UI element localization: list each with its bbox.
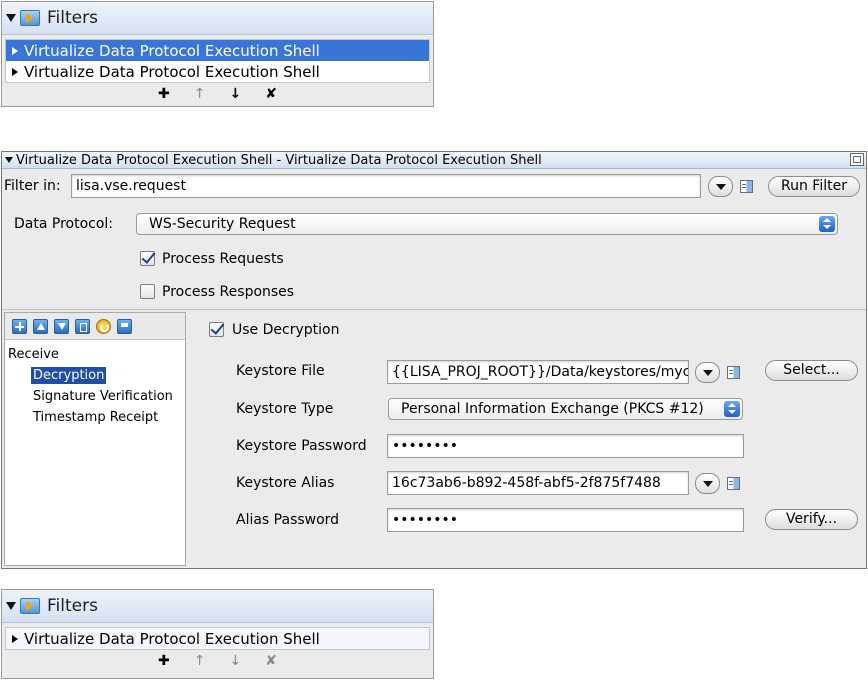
select-arrows-icon bbox=[724, 401, 740, 417]
keystore-alias-label: Keystore Alias bbox=[236, 475, 335, 491]
add-filter-icon[interactable]: ✚ bbox=[158, 86, 170, 102]
process-responses-label: Process Responses bbox=[162, 284, 295, 300]
tree-item-receive[interactable]: Receive bbox=[5, 344, 185, 365]
tree-item-timestamp-receipt[interactable]: Timestamp Receipt bbox=[5, 407, 185, 428]
move-step-down-icon[interactable] bbox=[54, 318, 69, 334]
tree-item-decryption[interactable]: Decryption bbox=[5, 365, 185, 386]
maximize-icon[interactable] bbox=[850, 153, 864, 166]
use-decryption-label: Use Decryption bbox=[232, 322, 340, 338]
keystore-type-label: Keystore Type bbox=[236, 401, 334, 417]
delete-step-icon[interactable] bbox=[75, 318, 90, 334]
tree-toolbar bbox=[5, 313, 185, 340]
add-filter-icon[interactable]: ✚ bbox=[158, 653, 170, 669]
filters-icon bbox=[20, 10, 40, 26]
move-step-up-icon[interactable] bbox=[33, 318, 48, 334]
security-steps-pane: Receive Decryption Signature Verificatio… bbox=[4, 312, 186, 566]
collapse-triangle-icon[interactable] bbox=[6, 14, 16, 22]
filter-in-dropdown-button[interactable] bbox=[708, 176, 733, 197]
verify-button[interactable]: Verify... bbox=[765, 509, 858, 530]
alias-password-label: Alias Password bbox=[236, 512, 340, 528]
filter-item-label: Virtualize Data Protocol Execution Shell bbox=[24, 62, 320, 81]
collapse-triangle-icon[interactable] bbox=[5, 157, 13, 163]
editor-titlebar[interactable]: Virtualize Data Protocol Execution Shell… bbox=[2, 152, 866, 169]
property-browser-icon[interactable] bbox=[727, 477, 740, 490]
filter-editor-panel: Virtualize Data Protocol Execution Shell… bbox=[1, 151, 867, 569]
keystore-file-input[interactable]: {{LISA_PROJ_ROOT}}/Data/keystores/myc bbox=[387, 360, 689, 384]
security-steps-tree: Receive Decryption Signature Verificatio… bbox=[5, 340, 185, 428]
data-protocol-label: Data Protocol: bbox=[14, 216, 114, 232]
expand-triangle-icon[interactable] bbox=[12, 634, 18, 643]
alias-password-input[interactable]: •••••••• bbox=[387, 508, 744, 532]
filters-title: Filters bbox=[47, 8, 98, 28]
filter-item[interactable]: Virtualize Data Protocol Execution Shell bbox=[6, 40, 429, 61]
move-down-icon[interactable]: ↓ bbox=[230, 653, 242, 669]
filters-list: Virtualize Data Protocol Execution Shell bbox=[5, 627, 430, 650]
keystore-alias-input[interactable]: 16c73ab6-b892-458f-abf5-2f875f7488 bbox=[387, 471, 689, 495]
editor-title: Virtualize Data Protocol Execution Shell… bbox=[16, 152, 542, 168]
tree-item-signature-verification[interactable]: Signature Verification bbox=[5, 386, 185, 407]
process-responses-checkbox[interactable] bbox=[140, 284, 155, 299]
select-arrows-icon bbox=[819, 216, 835, 232]
keystore-file-label: Keystore File bbox=[236, 363, 325, 379]
filter-toolbar: ✚ ↑ ↓ ✘ bbox=[2, 650, 433, 672]
move-up-icon[interactable]: ↑ bbox=[194, 653, 206, 669]
filters-list: Virtualize Data Protocol Execution Shell… bbox=[5, 39, 430, 83]
divider bbox=[2, 309, 866, 310]
run-filter-button[interactable]: Run Filter bbox=[768, 176, 860, 197]
filters-title: Filters bbox=[47, 596, 98, 616]
keystore-type-value: Personal Information Exchange (PKCS #12) bbox=[401, 401, 704, 417]
process-requests-checkbox[interactable] bbox=[140, 251, 155, 266]
keystore-alias-dropdown-button[interactable] bbox=[695, 473, 720, 494]
property-browser-icon[interactable] bbox=[727, 366, 740, 379]
refresh-icon[interactable] bbox=[96, 318, 111, 334]
filters-panel-bottom: Filters Virtualize Data Protocol Executi… bbox=[1, 589, 434, 679]
filter-item[interactable]: Virtualize Data Protocol Execution Shell bbox=[6, 628, 429, 649]
filters-header[interactable]: Filters bbox=[2, 2, 433, 35]
keystore-type-select[interactable]: Personal Information Exchange (PKCS #12) bbox=[388, 398, 743, 420]
decryption-form: Use Decryption Keystore File {{LISA_PROJ… bbox=[190, 312, 865, 567]
move-down-icon[interactable]: ↓ bbox=[230, 86, 242, 102]
filter-item-label: Virtualize Data Protocol Execution Shell bbox=[24, 629, 320, 648]
expand-triangle-icon[interactable] bbox=[12, 46, 18, 55]
data-protocol-select[interactable]: WS-Security Request bbox=[136, 213, 838, 235]
expand-triangle-icon[interactable] bbox=[12, 67, 18, 76]
filter-in-input[interactable]: lisa.vse.request bbox=[71, 174, 701, 198]
filter-item[interactable]: Virtualize Data Protocol Execution Shell bbox=[6, 61, 429, 82]
add-step-icon[interactable] bbox=[12, 318, 27, 334]
process-requests-label: Process Requests bbox=[162, 251, 284, 267]
keystore-password-label: Keystore Password bbox=[236, 438, 367, 454]
select-file-button[interactable]: Select... bbox=[765, 360, 858, 381]
filter-in-label: Filter in: bbox=[4, 178, 61, 194]
keystore-file-dropdown-button[interactable] bbox=[695, 362, 720, 383]
filter-toolbar: ✚ ↑ ↓ ✘ bbox=[2, 83, 433, 105]
filters-header[interactable]: Filters bbox=[2, 590, 433, 623]
filters-panel-top: Filters Virtualize Data Protocol Executi… bbox=[1, 1, 434, 107]
filter-item-label: Virtualize Data Protocol Execution Shell bbox=[24, 41, 320, 60]
delete-filter-icon[interactable]: ✘ bbox=[265, 653, 277, 669]
data-protocol-value: WS-Security Request bbox=[149, 216, 296, 232]
collapse-triangle-icon[interactable] bbox=[6, 602, 16, 610]
filters-icon bbox=[20, 598, 40, 614]
property-browser-icon[interactable] bbox=[740, 180, 753, 193]
use-decryption-checkbox[interactable] bbox=[209, 322, 224, 337]
keystore-password-input[interactable]: •••••••• bbox=[387, 434, 744, 458]
move-up-icon[interactable]: ↑ bbox=[194, 86, 206, 102]
delete-filter-icon[interactable]: ✘ bbox=[265, 86, 277, 102]
save-icon[interactable] bbox=[117, 318, 132, 334]
